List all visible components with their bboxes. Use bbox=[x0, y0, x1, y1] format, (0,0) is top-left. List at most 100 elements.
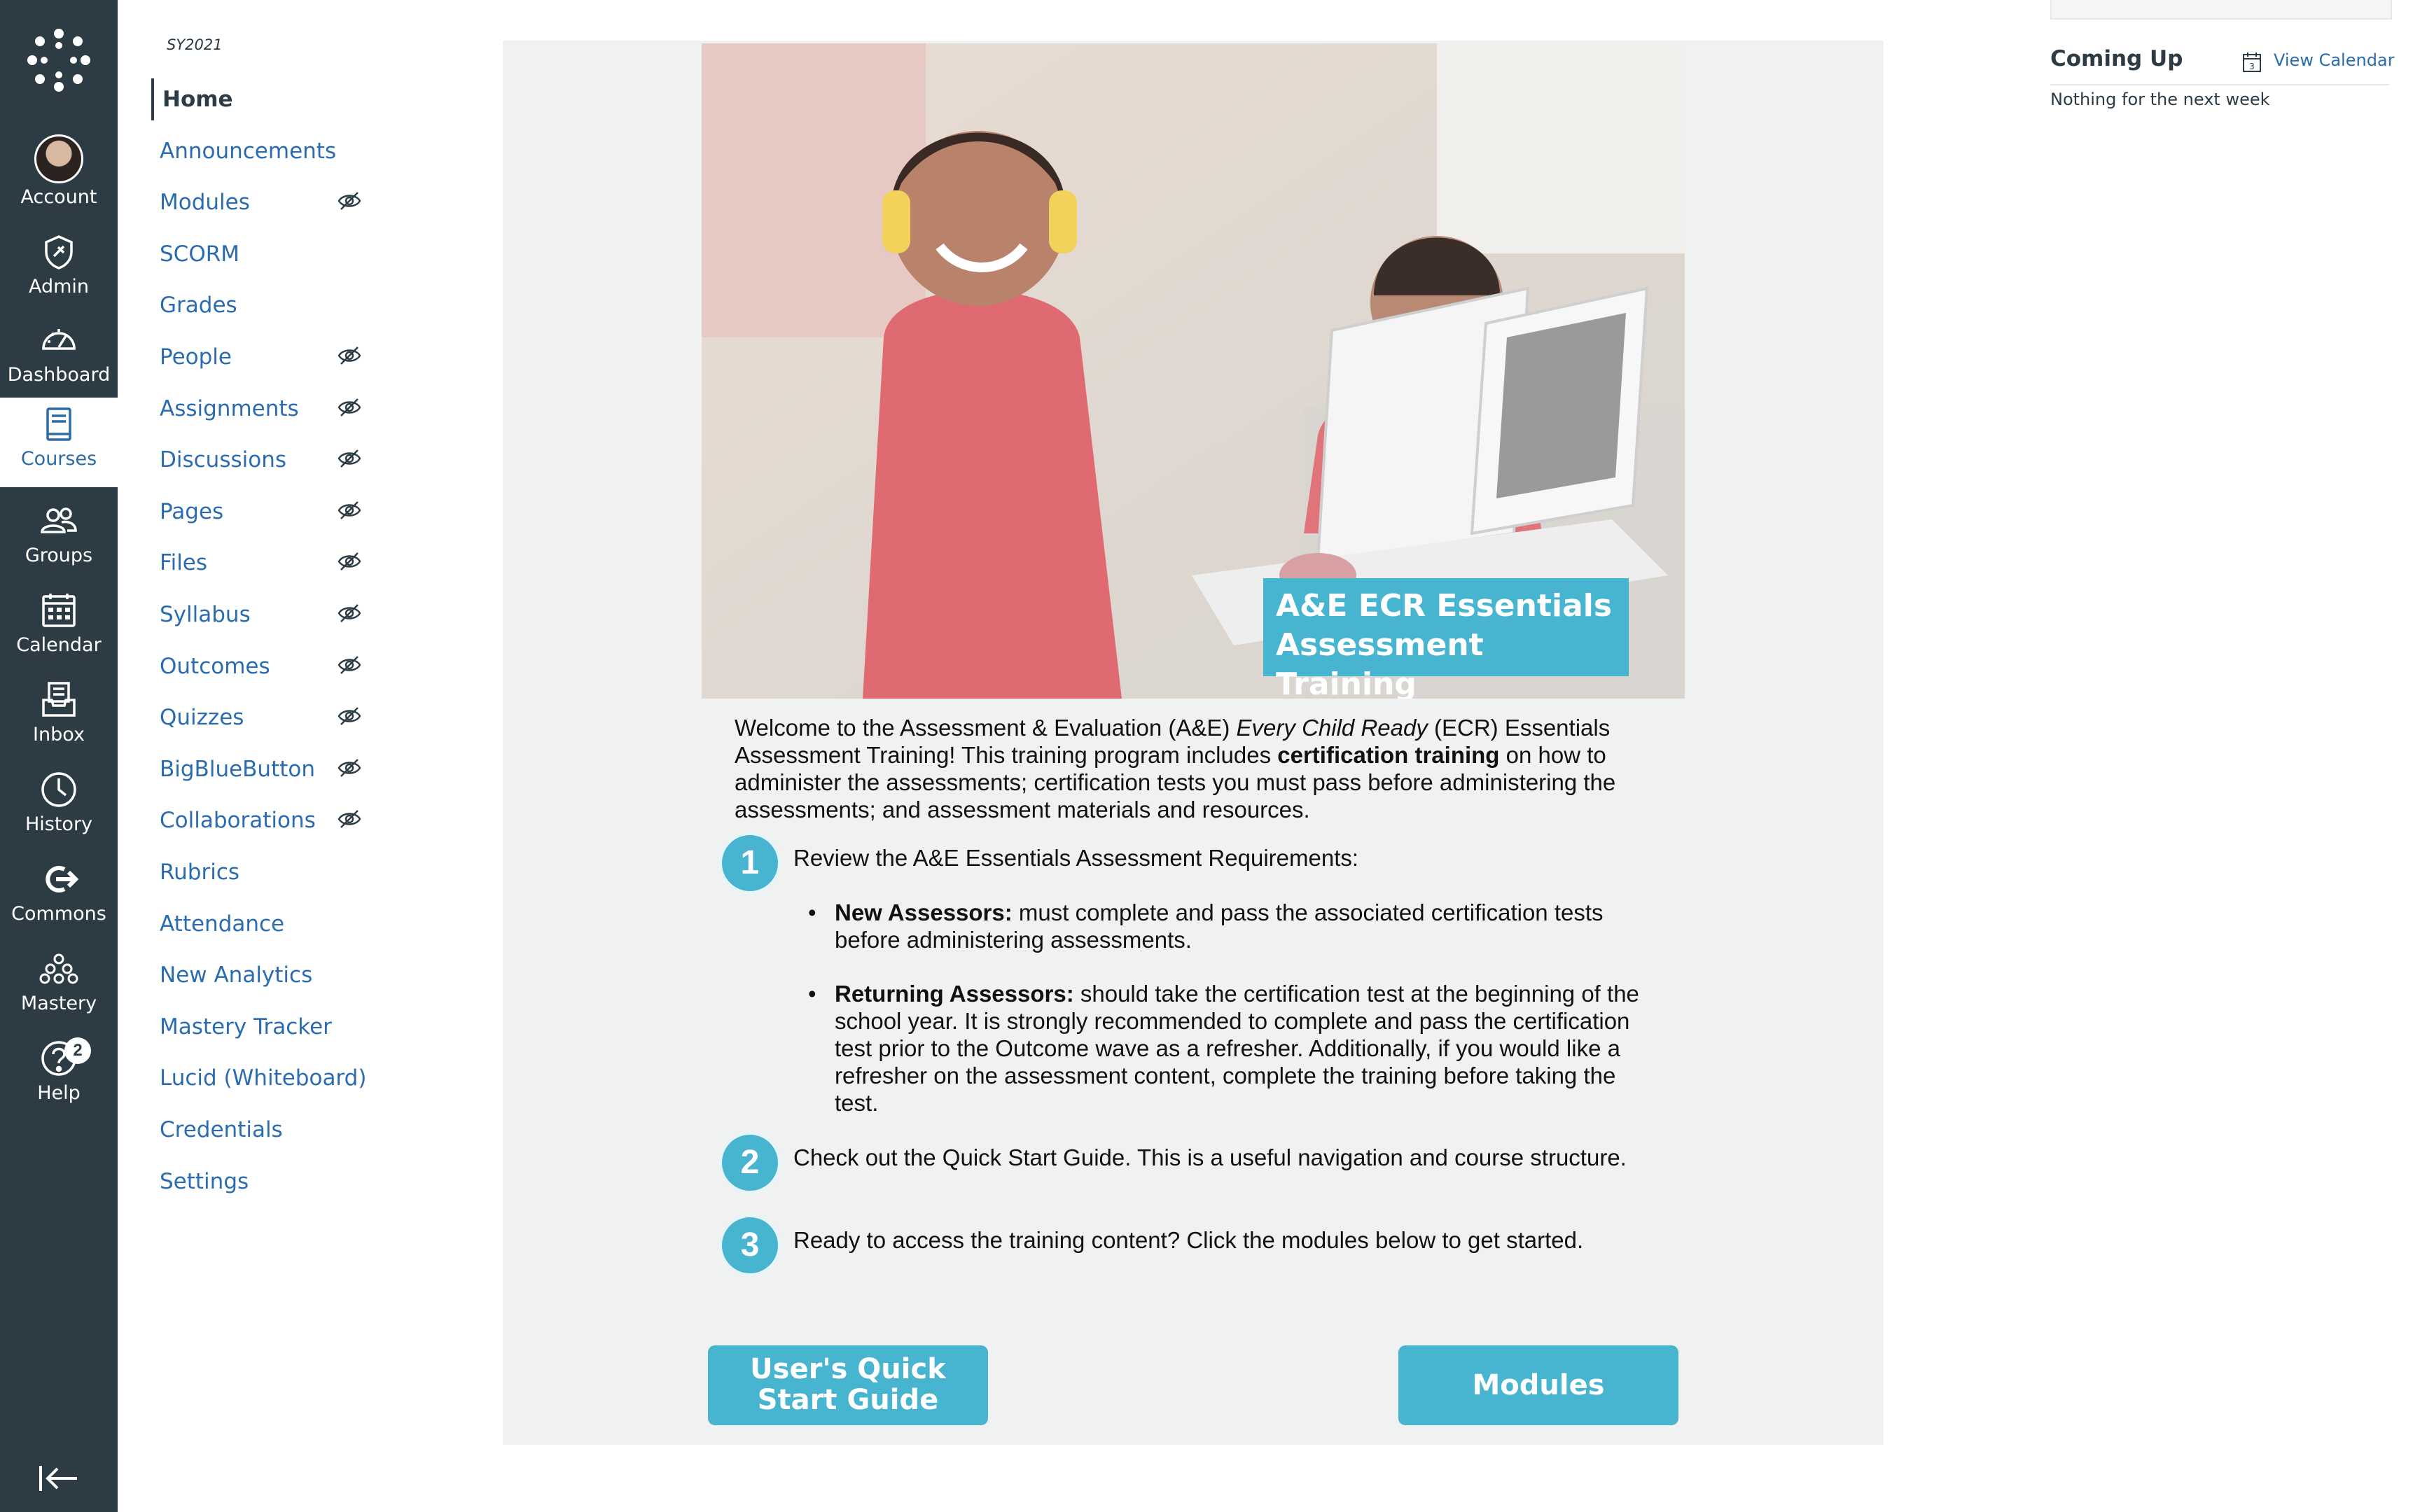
courses-book-icon bbox=[46, 407, 71, 441]
course-nav-item-home[interactable]: Home bbox=[151, 78, 378, 120]
course-nav-item-assignments[interactable]: Assignments bbox=[151, 388, 375, 430]
course-nav-item-people[interactable]: People bbox=[151, 336, 375, 378]
course-nav-label: BigBlueButton bbox=[160, 756, 315, 782]
course-nav-item-bigbluebutton[interactable]: BigBlueButton bbox=[151, 748, 375, 790]
gnav-courses-label: Courses bbox=[20, 448, 97, 470]
hero-title-line1: A&E ECR Essentials bbox=[1276, 588, 1613, 624]
step-1-number: 1 bbox=[718, 832, 781, 895]
hidden-from-students-icon bbox=[338, 449, 361, 468]
course-nav-label: Modules bbox=[160, 190, 250, 216]
view-calendar-link[interactable]: View Calendar bbox=[2274, 50, 2395, 70]
canvas-logo-icon[interactable] bbox=[25, 27, 92, 94]
course-nav-label: Mastery Tracker bbox=[160, 1014, 332, 1040]
quick-start-guide-button[interactable]: User's Quick Start Guide bbox=[708, 1345, 988, 1425]
hidden-from-students-icon bbox=[338, 655, 361, 675]
course-nav-label: Settings bbox=[160, 1168, 249, 1194]
course-nav-item-rubrics[interactable]: Rubrics bbox=[151, 851, 375, 893]
course-nav-item-credentials[interactable]: Credentials bbox=[151, 1109, 375, 1151]
gnav-admin[interactable]: Admin bbox=[0, 225, 118, 315]
intro-bold: certification training bbox=[1277, 742, 1500, 768]
course-nav-label: People bbox=[160, 344, 232, 370]
course-nav-label: Attendance bbox=[160, 911, 285, 937]
gnav-admin-label: Admin bbox=[28, 276, 90, 298]
gnav-inbox[interactable]: Inbox bbox=[0, 673, 118, 763]
course-nav-item-mastery-tracker[interactable]: Mastery Tracker bbox=[151, 1006, 375, 1048]
hidden-from-students-icon bbox=[338, 809, 361, 829]
dashboard-gauge-icon bbox=[42, 329, 76, 350]
gnav-help-label: Help bbox=[37, 1082, 81, 1104]
gnav-calendar-label: Calendar bbox=[16, 634, 102, 656]
bullet-2-bold: Returning Assessors: bbox=[835, 981, 1074, 1007]
gnav-calendar[interactable]: Calendar bbox=[0, 584, 118, 673]
modules-button[interactable]: Modules bbox=[1398, 1345, 1678, 1425]
hidden-from-students-icon bbox=[338, 346, 361, 365]
gnav-groups-label: Groups bbox=[25, 545, 93, 566]
course-nav-label: Announcements bbox=[160, 138, 337, 164]
course-nav-item-new-analytics[interactable]: New Analytics bbox=[151, 954, 375, 996]
bullet-1-bold: New Assessors: bbox=[835, 899, 1013, 925]
coming-up-divider bbox=[2050, 84, 2389, 85]
gnav-dashboard-label: Dashboard bbox=[7, 364, 111, 386]
intro-text-1: Welcome to the Assessment & Evaluation (… bbox=[735, 715, 1237, 741]
course-nav-label: Files bbox=[160, 550, 208, 576]
course-nav-label: SCORM bbox=[160, 241, 240, 267]
account-avatar bbox=[34, 134, 83, 183]
groups-icon bbox=[41, 507, 77, 533]
gnav-inbox-label: Inbox bbox=[33, 724, 85, 746]
course-nav-item-pages[interactable]: Pages bbox=[151, 491, 375, 533]
hero-image: A&E ECR Essentials Assessment Training bbox=[702, 43, 1685, 699]
step-2-number: 2 bbox=[718, 1131, 781, 1194]
calendar-icon bbox=[42, 594, 76, 627]
gnav-courses[interactable]: Courses bbox=[0, 398, 118, 487]
hidden-from-students-icon bbox=[338, 758, 361, 778]
commons-icon bbox=[46, 866, 78, 892]
step-2-text: Check out the Quick Start Guide. This is… bbox=[793, 1144, 1627, 1170]
intro-paragraph: Welcome to the Assessment & Evaluation (… bbox=[735, 714, 1666, 823]
calendar-icon-number: 3 bbox=[2249, 62, 2255, 71]
course-nav-item-grades[interactable]: Grades bbox=[151, 284, 375, 326]
right-sidebar-top-box bbox=[2050, 0, 2392, 20]
step-3-number: 3 bbox=[718, 1214, 781, 1277]
gnav-mastery[interactable]: Mastery bbox=[0, 942, 118, 1032]
gnav-commons[interactable]: Commons bbox=[0, 853, 118, 942]
course-nav-label: Pages bbox=[160, 498, 224, 524]
course-nav-item-outcomes[interactable]: Outcomes bbox=[151, 645, 375, 687]
gnav-history-label: History bbox=[25, 813, 93, 835]
course-nav-label: Collaborations bbox=[160, 808, 316, 834]
history-clock-icon bbox=[41, 772, 76, 807]
course-nav-item-quizzes[interactable]: Quizzes bbox=[151, 696, 375, 738]
gnav-account-label: Account bbox=[20, 186, 97, 208]
course-nav-item-files[interactable]: Files bbox=[151, 542, 375, 584]
course-nav-label: Assignments bbox=[160, 396, 299, 421]
gnav-help[interactable]: 2 Help bbox=[0, 1032, 118, 1121]
step-3-text: Ready to access the training content? Cl… bbox=[793, 1227, 1584, 1253]
admin-shield-icon bbox=[45, 235, 73, 270]
course-nav-item-scorm[interactable]: SCORM bbox=[151, 233, 375, 275]
calendar-icon[interactable]: 3 bbox=[2242, 52, 2262, 73]
gnav-account[interactable]: Account bbox=[0, 127, 118, 217]
course-nav-label: Credentials bbox=[160, 1117, 283, 1142]
course-nav-label: Syllabus bbox=[160, 602, 251, 627]
quick-start-line1: User's Quick bbox=[750, 1353, 946, 1385]
course-nav-item-lucid-whiteboard[interactable]: Lucid (Whiteboard) bbox=[151, 1057, 375, 1099]
gnav-dashboard[interactable]: Dashboard bbox=[0, 314, 118, 403]
course-nav-item-discussions[interactable]: Discussions bbox=[151, 439, 375, 481]
gnav-groups[interactable]: Groups bbox=[0, 494, 118, 584]
course-nav-item-collaborations[interactable]: Collaborations bbox=[151, 799, 375, 841]
gnav-mastery-label: Mastery bbox=[20, 993, 97, 1014]
quick-start-line2: Start Guide bbox=[757, 1384, 939, 1416]
bullet-dot: • bbox=[808, 981, 816, 1007]
hidden-from-students-icon bbox=[338, 500, 361, 520]
course-nav-item-settings[interactable]: Settings bbox=[151, 1161, 375, 1203]
gnav-history[interactable]: History bbox=[0, 763, 118, 853]
hero-title-line2: Assessment Training bbox=[1276, 627, 1484, 699]
course-nav-item-attendance[interactable]: Attendance bbox=[151, 903, 375, 945]
course-nav-label: Home bbox=[162, 87, 233, 112]
course-nav-item-announcements[interactable]: Announcements bbox=[151, 130, 375, 172]
course-nav-item-modules[interactable]: Modules bbox=[151, 181, 375, 223]
collapse-nav-icon[interactable] bbox=[38, 1463, 80, 1494]
hidden-from-students-icon bbox=[338, 552, 361, 571]
hidden-from-students-icon bbox=[338, 398, 361, 417]
hero-title-banner: A&E ECR Essentials Assessment Training bbox=[1263, 578, 1629, 699]
course-nav-item-syllabus[interactable]: Syllabus bbox=[151, 594, 375, 636]
